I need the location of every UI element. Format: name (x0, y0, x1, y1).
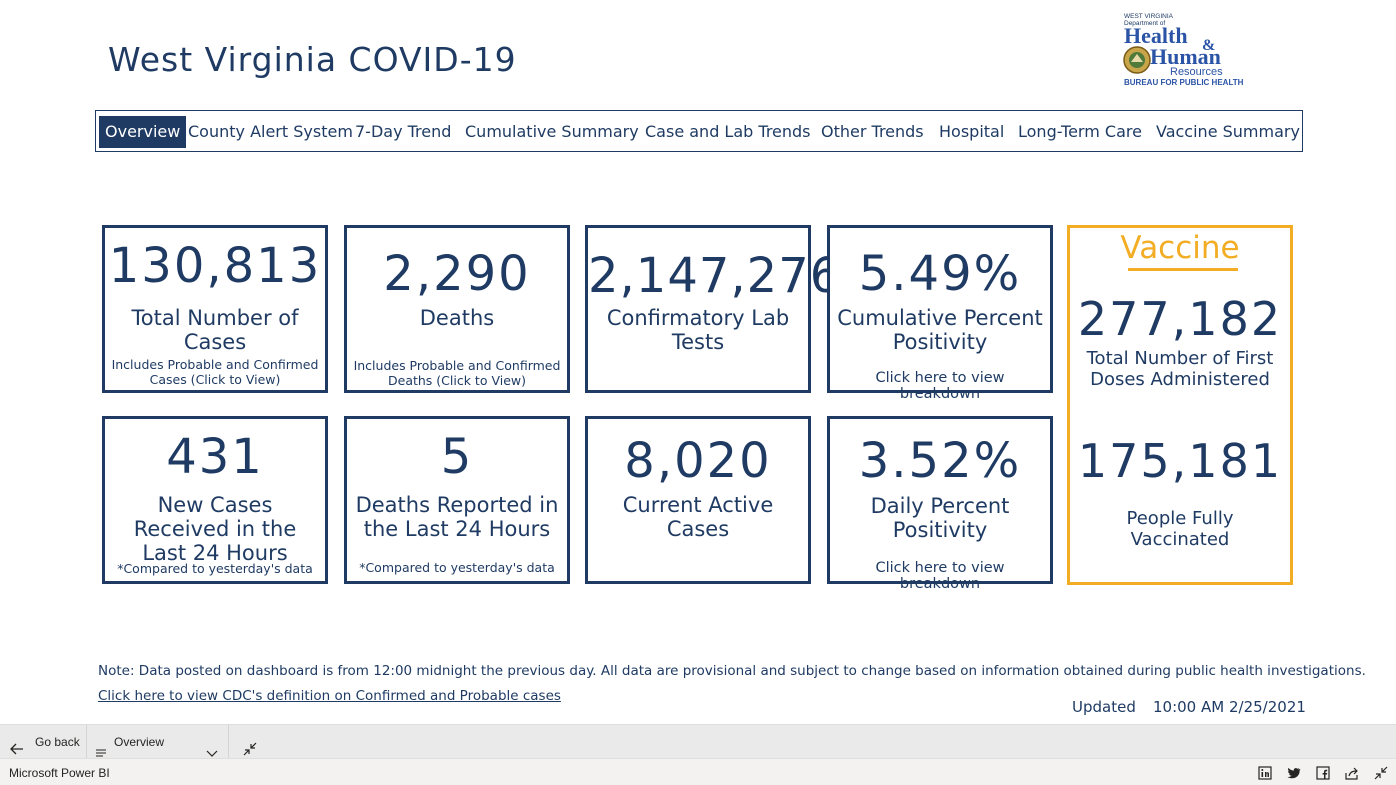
cumulative-positivity-value: 5.49% (858, 246, 1022, 302)
page-title: West Virginia COVID-19 (108, 40, 517, 79)
new-deaths-note: *Compared to yesterday's data (359, 560, 555, 575)
svg-text:BUREAU FOR PUBLIC HEALTH: BUREAU FOR PUBLIC HEALTH (1124, 78, 1244, 87)
tab-7-day-trend[interactable]: 7-Day Trend (355, 116, 451, 148)
new-cases-value: 431 (166, 429, 264, 485)
tab-hospital[interactable]: Hospital (939, 116, 1004, 148)
tab-cumulative-summary[interactable]: Cumulative Summary (465, 116, 639, 148)
report-navigation-bar: Go back Overview (0, 724, 1396, 759)
tab-case-and-lab-trends[interactable]: Case and Lab Trends (645, 116, 811, 148)
fully-vaccinated-value: 175,181 (1077, 434, 1283, 488)
linkedin-icon[interactable] (1257, 765, 1273, 781)
deaths-value: 2,290 (383, 246, 531, 302)
updated-label: Updated (1072, 698, 1136, 716)
fully-vaccinated-label: People Fully Vaccinated (1126, 508, 1234, 550)
tab-long-term-care[interactable]: Long-Term Care (1018, 116, 1142, 148)
daily-positivity-card[interactable]: 3.52% Daily Percent Positivity Click her… (827, 416, 1053, 592)
active-cases-label: Current Active Cases (622, 493, 774, 541)
lab-tests-label: Confirmatory Lab Tests (606, 306, 790, 354)
first-doses-label: Total Number of First Doses Administered (1086, 348, 1274, 390)
data-disclaimer-note: Note: Data posted on dashboard is from 1… (98, 663, 1366, 679)
lab-tests-card: 2,147,276 Confirmatory Lab Tests (585, 225, 842, 393)
go-back-label: Go back (35, 735, 80, 749)
wv-dhhr-logo: WEST VIRGINIA Department of Health & Hum… (1122, 10, 1270, 90)
divider (228, 725, 229, 759)
share-icon[interactable] (1344, 765, 1360, 781)
deaths-note: Includes Probable and Confirmed Deaths (… (353, 358, 561, 388)
new-cases-note: *Compared to yesterday's data (117, 561, 313, 576)
vaccine-panel: Vaccine 277,182 Total Number of First Do… (1067, 225, 1293, 585)
page-select-dropdown[interactable]: Overview (96, 725, 220, 759)
total-cases-label: Total Number of Cases (131, 306, 299, 354)
tab-overview[interactable]: Overview (99, 116, 187, 148)
report-tab-bar: Overview County Alert System 7-Day Trend… (95, 110, 1303, 152)
daily-positivity-link[interactable]: Click here to view breakdown (834, 560, 1046, 592)
new-deaths-label: Deaths Reported in the Last 24 Hours (355, 493, 559, 541)
page-select-value: Overview (114, 735, 165, 749)
cdc-definition-link[interactable]: Click here to view CDC's definition on C… (98, 688, 561, 704)
active-cases-card: 8,020 Current Active Cases (585, 416, 811, 584)
powerbi-footer: Microsoft Power BI (0, 758, 1396, 785)
new-cases-card: 431 New Cases Received in the Last 24 Ho… (102, 416, 328, 584)
list-icon (96, 737, 106, 757)
vaccine-heading-underline (1128, 268, 1238, 271)
exit-fullscreen-icon[interactable] (1373, 765, 1389, 781)
cumulative-positivity-label: Cumulative Percent Positivity (837, 306, 1043, 354)
total-cases-card[interactable]: 130,813 Total Number of Cases Includes P… (102, 225, 328, 393)
lab-tests-value: 2,147,276 (588, 248, 842, 304)
total-cases-note: Includes Probable and Confirmed Cases (C… (111, 357, 319, 387)
first-doses-value: 277,182 (1077, 292, 1283, 346)
svg-text:WEST VIRGINIA: WEST VIRGINIA (1124, 13, 1174, 20)
collapse-button[interactable] (243, 725, 259, 759)
deaths-card[interactable]: 2,290 Deaths Includes Probable and Confi… (344, 225, 570, 393)
collapse-icon (243, 735, 257, 756)
new-cases-label: New Cases Received in the Last 24 Hours (133, 493, 297, 565)
tab-vaccine-summary[interactable]: Vaccine Summary (1156, 116, 1300, 148)
cumulative-positivity-link[interactable]: Click here to view breakdown (834, 370, 1046, 402)
tab-other-trends[interactable]: Other Trends (821, 116, 924, 148)
updated-time: 10:00 AM (1153, 698, 1225, 716)
divider (86, 725, 87, 759)
svg-text:Resources: Resources (1170, 66, 1223, 78)
vaccine-heading: Vaccine (1120, 230, 1240, 266)
daily-positivity-label: Daily Percent Positivity (870, 494, 1010, 542)
total-cases-value: 130,813 (108, 238, 322, 294)
powerbi-brand: Microsoft Power BI (9, 766, 110, 780)
active-cases-value: 8,020 (624, 433, 772, 489)
tab-county-alert-system[interactable]: County Alert System (188, 116, 353, 148)
new-deaths-value: 5 (440, 429, 474, 485)
daily-positivity-value: 3.52% (858, 433, 1022, 489)
go-back-button[interactable]: Go back (10, 725, 82, 759)
updated-date: 2/25/2021 (1229, 698, 1306, 716)
new-deaths-card: 5 Deaths Reported in the Last 24 Hours *… (344, 416, 570, 584)
chevron-down-icon (206, 737, 218, 757)
arrow-left-icon (10, 735, 24, 755)
twitter-icon[interactable] (1286, 765, 1302, 781)
deaths-label: Deaths (419, 306, 495, 330)
facebook-icon[interactable] (1315, 765, 1331, 781)
cumulative-positivity-card[interactable]: 5.49% Cumulative Percent Positivity Clic… (827, 225, 1053, 402)
